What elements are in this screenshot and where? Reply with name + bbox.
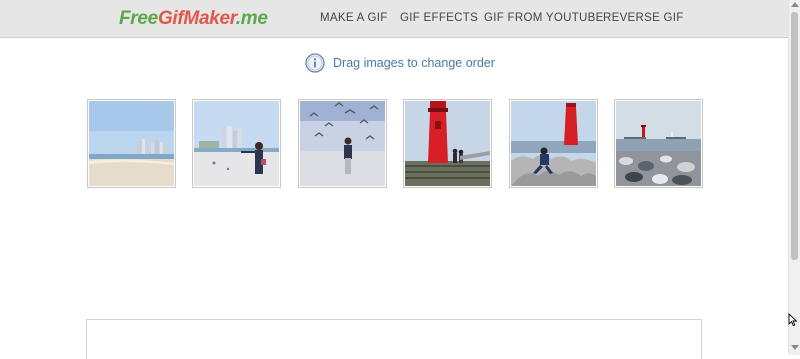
freegifmaker-logo[interactable]: FreeGifMaker.me (119, 8, 268, 30)
image-thumbnail-2[interactable] (192, 99, 281, 188)
scroll-down-arrow-icon[interactable] (791, 345, 799, 350)
top-navigation-bar: FreeGifMaker.me MAKE A GIF GIF EFFECTS G… (0, 0, 788, 38)
nav-make-a-gif[interactable]: MAKE A GIF (320, 12, 388, 24)
red-lighthouse-couple-image (405, 101, 490, 186)
woman-seagulls-image (300, 101, 385, 186)
woman-tetrapods-image (511, 101, 596, 186)
rocky-shore-image (616, 101, 701, 186)
scroll-up-arrow-icon[interactable] (791, 2, 799, 7)
nav-gif-effects[interactable]: GIF EFFECTS (400, 12, 478, 24)
gif-options-panel (86, 319, 702, 359)
nav-reverse-gif[interactable]: REVERSE GIF (603, 12, 684, 24)
mouse-cursor-icon (788, 313, 798, 327)
woman-feeding-birds-image (194, 101, 279, 186)
scrollbar-thumb[interactable] (791, 12, 798, 260)
info-icon (305, 53, 325, 73)
image-thumbnail-5[interactable] (509, 99, 598, 188)
image-thumbnail-1[interactable] (87, 99, 176, 188)
image-thumbnail-3[interactable] (298, 99, 387, 188)
image-thumbnail-6[interactable] (614, 99, 703, 188)
beach-skyline-image (89, 101, 174, 186)
nav-gif-from-youtube[interactable]: GIF FROM YOUTUBE (484, 12, 604, 24)
drag-hint: Drag images to change order (305, 52, 495, 74)
vertical-scrollbar[interactable] (788, 0, 800, 355)
image-thumbnail-4[interactable] (403, 99, 492, 188)
drag-hint-text: Drag images to change order (333, 56, 495, 70)
